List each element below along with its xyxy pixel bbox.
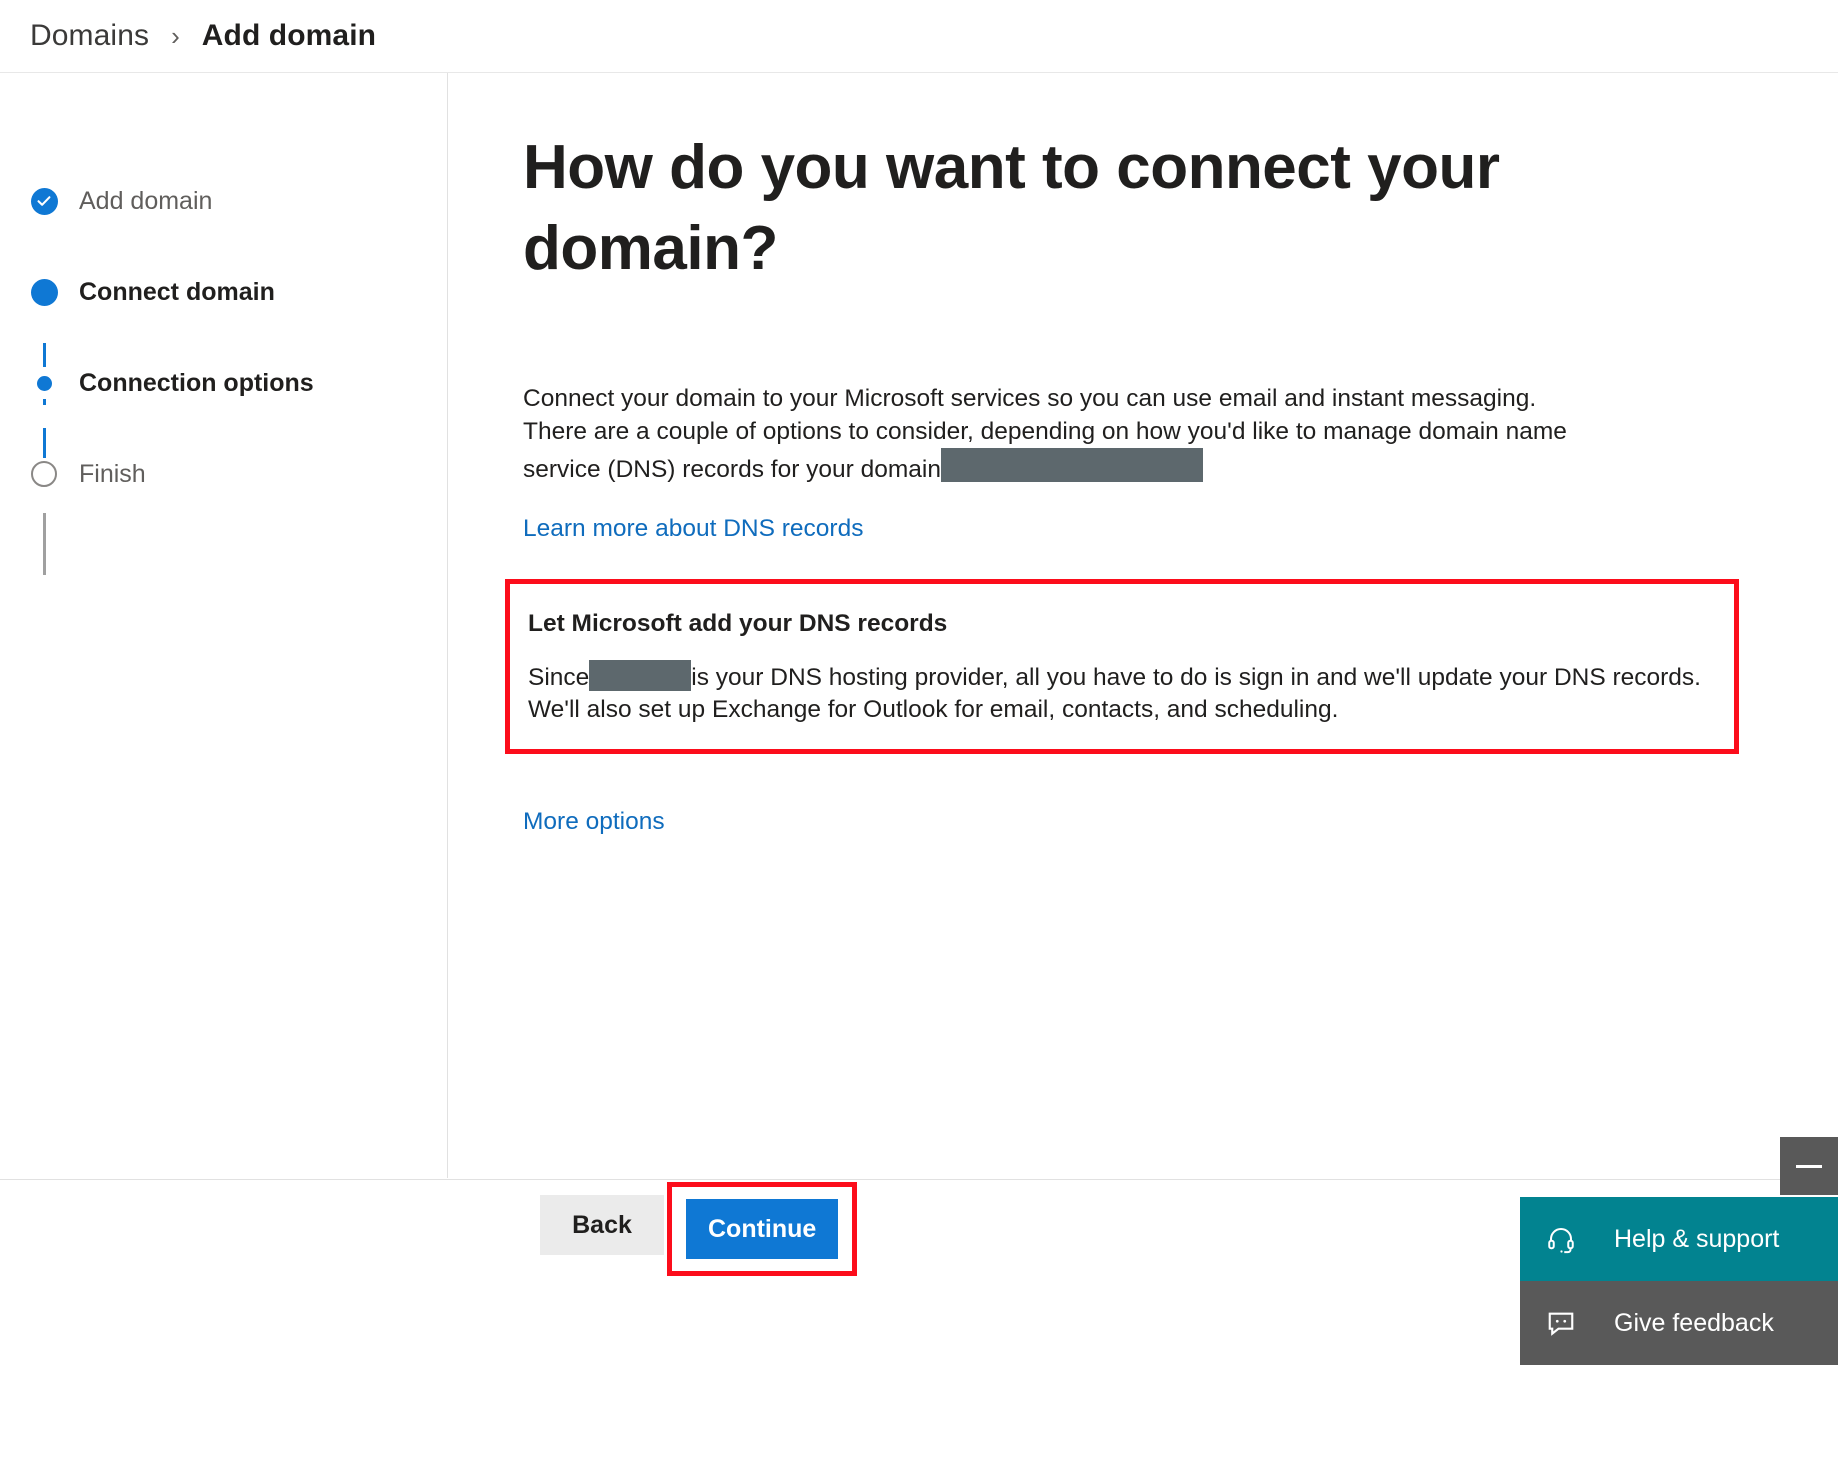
option-desc-after: is your DNS hosting provider, all you ha… xyxy=(528,664,1701,723)
step-add-domain[interactable]: Add domain xyxy=(28,185,447,217)
more-options-link[interactable]: More options xyxy=(523,808,665,836)
step-connection-options[interactable]: Connection options xyxy=(28,367,447,399)
headset-icon xyxy=(1546,1224,1592,1254)
chevron-right-icon: › xyxy=(171,21,180,52)
page-title: How do you want to connect your domain? xyxy=(523,128,1603,289)
help-support-widget: Help & support Give feedback xyxy=(1520,1197,1838,1365)
help-support-label: Help & support xyxy=(1614,1225,1779,1254)
breadcrumb-current: Add domain xyxy=(202,19,376,53)
redacted-provider-block xyxy=(589,660,691,691)
continue-button-highlight: Continue xyxy=(667,1182,857,1276)
option-title: Let Microsoft add your DNS records xyxy=(528,610,1716,638)
continue-button[interactable]: Continue xyxy=(686,1199,838,1259)
learn-more-dns-link[interactable]: Learn more about DNS records xyxy=(523,515,863,543)
step-connect-domain[interactable]: Connect domain xyxy=(28,276,447,308)
filled-circle-icon xyxy=(28,276,60,308)
back-button-wrap: Back xyxy=(540,1195,664,1255)
option-description: Sinceis your DNS hosting provider, all y… xyxy=(528,660,1716,727)
step-finish[interactable]: Finish xyxy=(28,458,447,490)
redacted-domain-block xyxy=(941,448,1203,482)
give-feedback-label: Give feedback xyxy=(1614,1309,1774,1338)
option-desc-before: Since xyxy=(528,664,589,691)
back-button[interactable]: Back xyxy=(540,1195,664,1255)
intro-paragraph: Connect your domain to your Microsoft se… xyxy=(523,383,1588,487)
minimize-button[interactable] xyxy=(1780,1137,1838,1195)
step-connector-3 xyxy=(43,513,46,575)
step-label-add-domain: Add domain xyxy=(79,187,212,216)
small-dot-icon xyxy=(28,367,60,399)
step-list: Add domain Connect domain Connection opt… xyxy=(0,185,447,490)
breadcrumb-root[interactable]: Domains xyxy=(30,19,149,53)
wizard-stepper-sidebar: Add domain Connect domain Connection opt… xyxy=(0,73,448,1178)
option-let-microsoft-add-dns[interactable]: Let Microsoft add your DNS records Since… xyxy=(505,579,1739,754)
minimize-icon xyxy=(1796,1165,1822,1168)
page-body: Add domain Connect domain Connection opt… xyxy=(0,73,1838,1483)
footer-divider xyxy=(0,1179,1838,1180)
speech-bubble-icon xyxy=(1546,1308,1592,1338)
step-label-connection-options: Connection options xyxy=(79,369,314,398)
check-circle-icon xyxy=(28,185,60,217)
help-support-button[interactable]: Help & support xyxy=(1520,1197,1838,1281)
step-label-finish: Finish xyxy=(79,460,146,489)
give-feedback-button[interactable]: Give feedback xyxy=(1520,1281,1838,1365)
step-label-connect-domain: Connect domain xyxy=(79,278,275,307)
breadcrumb-header: Domains › Add domain xyxy=(0,0,1838,73)
empty-circle-icon xyxy=(28,458,60,490)
